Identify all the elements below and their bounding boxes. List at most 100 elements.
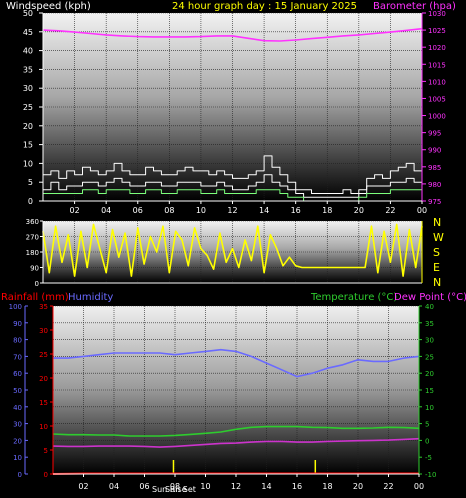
tick-label: 20 [39, 375, 48, 383]
tick-label: 45 [23, 28, 33, 37]
tick-label: 08 [164, 206, 174, 215]
tick-label: 10 [200, 482, 210, 491]
tick-label: 12 [227, 206, 237, 215]
tick-label: 50 [13, 387, 22, 395]
temperature-axis-title: Temperature (°C) [310, 292, 397, 303]
tick-label: 1010 [428, 78, 446, 86]
tick-label: 990 [428, 147, 441, 155]
tick-label: 0 [28, 197, 33, 206]
tick-label: 20 [354, 206, 364, 215]
tick-label: 12 [231, 482, 241, 491]
tick-label: 1015 [428, 61, 446, 69]
windspeed-axis: 05101520253035404550 [23, 9, 44, 206]
compass-label: E [433, 261, 440, 274]
tick-label: 20 [13, 437, 22, 445]
tick-label: 360 [26, 218, 39, 226]
tick-label: 22 [385, 206, 395, 215]
tick-label: 995 [428, 130, 441, 138]
tick-label: 22 [383, 482, 393, 491]
tick-label: 1005 [428, 95, 446, 103]
tick-label: 180 [26, 249, 39, 257]
tick-label: 10 [39, 423, 48, 431]
tick-label: 14 [259, 206, 269, 215]
tick-label: 10 [425, 404, 434, 412]
tick-label: 40 [13, 404, 22, 412]
compass-label: S [433, 246, 440, 259]
tick-label: 10 [196, 206, 206, 215]
tick-label: 35 [23, 65, 33, 74]
tick-label: 0 [425, 437, 429, 445]
temperature-axis: -10 -5 0 5 10 15 20 25 30 35 40 [418, 303, 436, 479]
wind-time-axis: 02 04 06 08 10 12 14 16 18 20 22 00 [43, 200, 427, 215]
weather-graph-svg: 05101520253035404550 9759809859909951000… [1, 1, 466, 494]
tick-label: -10 [425, 471, 436, 479]
tick-label: 975 [428, 198, 441, 206]
tick-label: 100 [9, 303, 22, 311]
tick-label: 5 [44, 447, 48, 455]
barometer-axis-title: Barometer (hpa) [373, 1, 456, 12]
tick-label: 90 [13, 320, 22, 328]
tick-label: 35 [425, 320, 434, 328]
tick-label: 15 [425, 387, 434, 395]
tick-label: 20 [425, 370, 434, 378]
tick-label: 15 [23, 141, 33, 150]
tick-label: 00 [417, 206, 427, 215]
tick-label: 1025 [428, 27, 446, 35]
tick-label: 06 [133, 206, 143, 215]
tick-label: 5 [425, 421, 429, 429]
tick-label: -5 [425, 454, 432, 462]
tick-label: 16 [292, 482, 302, 491]
tick-label: 02 [78, 482, 88, 491]
tick-label: 25 [425, 353, 434, 361]
tick-label: 985 [428, 164, 441, 172]
tick-label: 02 [69, 206, 79, 215]
dewpoint-axis-title: Dew Point (°C) [394, 292, 466, 303]
humidity-axis: 0 10 20 30 40 50 60 70 80 90 100 [9, 303, 28, 479]
tick-label: 40 [23, 47, 33, 56]
rainfall-axis-title: Rainfall (mm) [1, 292, 69, 303]
tick-label: 70 [13, 353, 22, 361]
direction-compass-axis: N W S E N [433, 216, 444, 289]
temp-time-axis: 02 04 06 08 10 12 14 16 18 20 22 00 [53, 473, 424, 491]
tick-label: 1000 [428, 113, 446, 121]
tick-label: 18 [322, 482, 332, 491]
tick-label: 20 [23, 122, 33, 131]
tick-label: 30 [13, 421, 22, 429]
tick-label: 20 [353, 482, 363, 491]
tick-label: 04 [109, 482, 119, 491]
temperature-humidity-panel: Rainfall (mm) Humidity Temperature (°C) … [1, 292, 466, 494]
tick-label: 90 [30, 265, 39, 273]
sunset-label: Sun Set [165, 485, 196, 494]
compass-label: N [433, 216, 441, 229]
tick-label: 0 [35, 280, 39, 288]
weather-graph-page: 0 5 10 15 20 25 30 35 40 45 50 975 980 985 990 995 1000… [0, 0, 466, 498]
tick-label: 1020 [428, 44, 446, 52]
tick-label: 06 [139, 482, 149, 491]
tick-label: 10 [23, 159, 33, 168]
tick-label: 80 [13, 337, 22, 345]
tick-label: 35 [39, 303, 48, 311]
tick-label: 0 [44, 471, 48, 479]
tick-label: 980 [428, 181, 441, 189]
compass-label: N [433, 276, 441, 289]
tick-label: 30 [23, 84, 33, 93]
wind-direction-panel: 0 90 180 270 360 N W S E N [26, 216, 444, 289]
humidity-axis-title: Humidity [68, 292, 113, 303]
compass-label: W [433, 231, 444, 244]
tick-label: 00 [414, 482, 424, 491]
rainfall-axis: 0 5 10 15 20 25 30 35 [39, 303, 54, 479]
windspeed-axis-title: Windspeed (kph) [6, 1, 91, 12]
tick-label: 14 [261, 482, 271, 491]
tick-label: 30 [39, 327, 48, 335]
tick-label: 18 [322, 206, 332, 215]
tick-label: 40 [425, 303, 434, 311]
tick-label: 10 [13, 454, 22, 462]
tick-label: 25 [23, 103, 33, 112]
tick-label: 0 [18, 471, 22, 479]
tick-label: 60 [13, 370, 22, 378]
tick-label: 16 [291, 206, 301, 215]
tick-label: 25 [39, 351, 48, 359]
sun-labels: Sun Rise Sun Set [152, 485, 196, 494]
tick-label: 30 [425, 337, 434, 345]
wind-pressure-panel: 05101520253035404550 9759809859909951000… [6, 1, 456, 215]
